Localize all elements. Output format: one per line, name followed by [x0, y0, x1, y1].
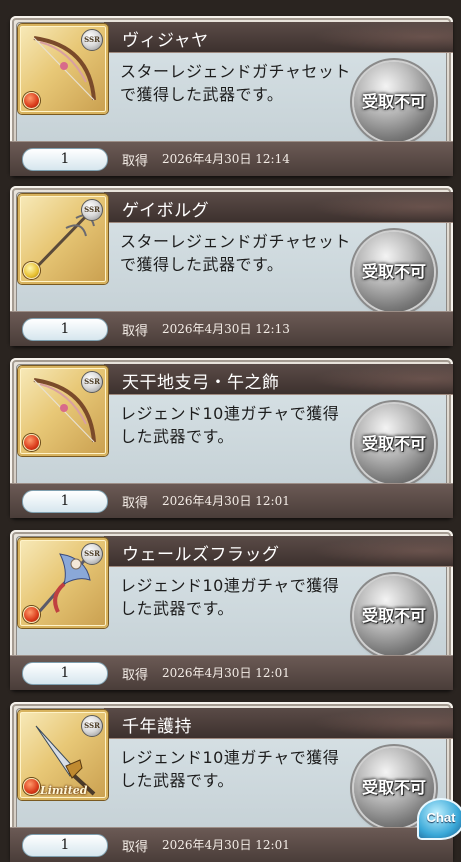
weapon-card: ヴィジャヤ SSR スターレジェンドガチャセットで獲得した武器です。 受取不可 1 取得 2…	[10, 16, 453, 176]
rarity-badge: SSR	[81, 29, 103, 51]
weapon-thumbnail[interactable]: SSR	[18, 366, 108, 456]
item-name: ゲイボルグ	[122, 201, 210, 221]
rarity-badge: SSR	[81, 371, 103, 393]
acquired-timestamp: 2026年4月30日 12:13	[162, 322, 290, 336]
weapon-thumbnail[interactable]: SSR Limited	[18, 710, 108, 800]
weapon-thumbnail[interactable]: SSR	[18, 538, 108, 628]
acquired-label: 取得	[122, 496, 149, 511]
item-name: 千年護持	[122, 717, 192, 737]
acquired-label: 取得	[122, 154, 149, 169]
element-fire-icon	[23, 434, 40, 451]
weapon-card: ゲイボルグ SSR スターレジェンドガチャセットで獲得した武器です。 受取不可 1 取得 2…	[10, 186, 453, 346]
acquired-timestamp: 2026年4月30日 12:01	[162, 838, 290, 852]
acquired-label: 取得	[122, 668, 149, 683]
item-footer: 1 取得 2026年4月30日 12:01	[10, 655, 453, 690]
acquired-timestamp: 2026年4月30日 12:01	[162, 666, 290, 680]
weapon-thumbnail[interactable]: SSR	[18, 24, 108, 114]
item-footer: 1 取得 2026年4月30日 12:14	[10, 141, 453, 176]
item-description: レジェンド10連ガチャで獲得した武器です。	[120, 748, 340, 790]
acquired-timestamp: 2026年4月30日 12:01	[162, 494, 290, 508]
chat-button[interactable]: Chat	[417, 798, 461, 840]
element-fire-icon	[23, 92, 40, 109]
quantity-badge: 1	[22, 490, 108, 513]
rarity-badge: SSR	[81, 543, 103, 565]
quantity-badge: 1	[22, 662, 108, 685]
quantity-badge: 1	[22, 148, 108, 171]
item-title-bar: ウェールズフラッグ	[104, 536, 453, 567]
rarity-badge: SSR	[81, 199, 103, 221]
acquired-label: 取得	[122, 324, 149, 339]
item-title-bar: ヴィジャヤ	[104, 22, 453, 53]
item-footer: 1 取得 2026年4月30日 12:01	[10, 483, 453, 518]
claim-button[interactable]: 受取不可	[354, 576, 434, 656]
acquired-label: 取得	[122, 840, 149, 855]
claim-button[interactable]: 受取不可	[354, 232, 434, 312]
item-title-bar: 千年護持	[104, 708, 453, 739]
element-light-icon	[23, 262, 40, 279]
weapon-card: ウェールズフラッグ SSR レジェンド10連ガチャで獲得した武器です。 受取不可 1 取得…	[10, 530, 453, 690]
weapon-list: ヴィジャヤ SSR スターレジェンドガチャセットで獲得した武器です。 受取不可 1 取得 2…	[0, 0, 461, 862]
weapon-card: 天干地支弓・午之飾 SSR レジェンド10連ガチャで獲得した武器です。 受取不可 1 取得…	[10, 358, 453, 518]
item-name: 天干地支弓・午之飾	[122, 373, 280, 393]
element-fire-icon	[23, 606, 40, 623]
quantity-badge: 1	[22, 318, 108, 341]
item-title-bar: 天干地支弓・午之飾	[104, 364, 453, 395]
weapon-thumbnail[interactable]: SSR	[18, 194, 108, 284]
limited-label: Limited	[40, 784, 88, 797]
item-description: スターレジェンドガチャセットで獲得した武器です。	[120, 62, 351, 104]
item-description: レジェンド10連ガチャで獲得した武器です。	[120, 404, 340, 446]
item-description: スターレジェンドガチャセットで獲得した武器です。	[120, 232, 351, 274]
weapon-card: 千年護持 SSR Limited レジェンド10連ガチャで獲得した武器です。 受取不可 1…	[10, 702, 453, 862]
item-footer: 1 取得 2026年4月30日 12:13	[10, 311, 453, 346]
element-fire-icon	[23, 778, 40, 795]
claim-button[interactable]: 受取不可	[354, 404, 434, 484]
item-name: ウェールズフラッグ	[122, 545, 280, 565]
acquired-timestamp: 2026年4月30日 12:14	[162, 152, 290, 166]
item-description: レジェンド10連ガチャで獲得した武器です。	[120, 576, 340, 618]
rarity-badge: SSR	[81, 715, 103, 737]
claim-button[interactable]: 受取不可	[354, 62, 434, 142]
item-footer: 1 取得 2026年4月30日 12:01	[10, 827, 453, 862]
item-title-bar: ゲイボルグ	[104, 192, 453, 223]
item-name: ヴィジャヤ	[122, 31, 209, 51]
